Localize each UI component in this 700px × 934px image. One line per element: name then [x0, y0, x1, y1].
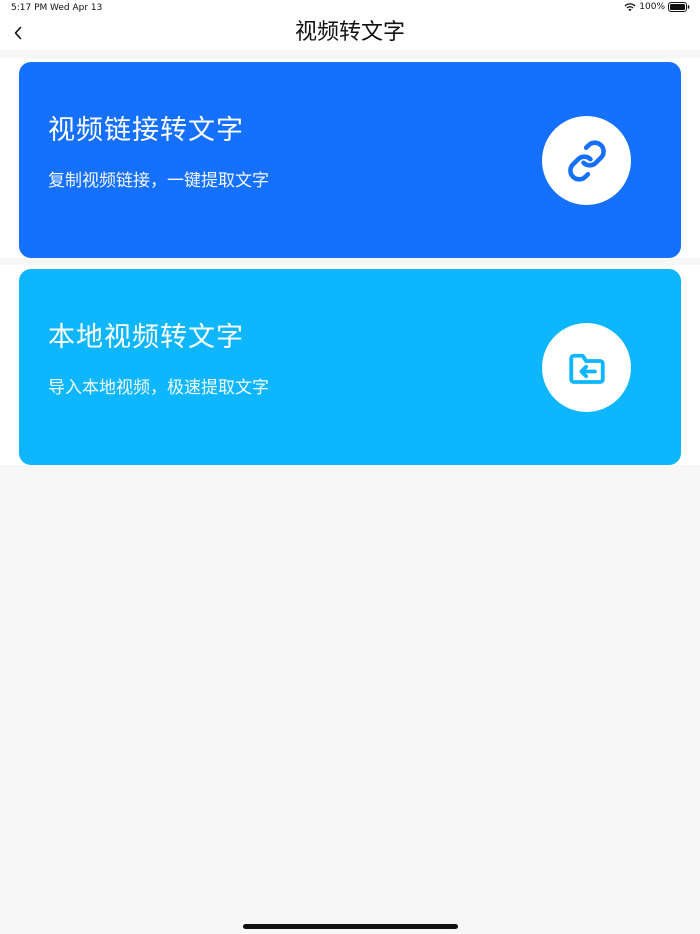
- status-indicators: 100%: [624, 2, 690, 12]
- folder-import-icon: [568, 353, 605, 384]
- card-subtitle: 复制视频链接，一键提取文字: [48, 171, 269, 191]
- home-indicator: [243, 924, 458, 929]
- video-link-to-text-card[interactable]: 视频链接转文字 复制视频链接，一键提取文字: [19, 62, 681, 258]
- local-video-to-text-card[interactable]: 本地视频转文字 导入本地视频，极速提取文字: [19, 269, 681, 465]
- card-subtitle: 导入本地视频，极速提取文字: [48, 378, 269, 398]
- screen: 5:17 PM Wed Apr 13 100% 视频转文字 视频链接转文字 复制…: [0, 0, 700, 934]
- battery-icon: [668, 2, 690, 12]
- page-title: 视频转文字: [294, 20, 405, 45]
- card-title: 视频链接转文字: [48, 115, 244, 146]
- card-icon-badge: [542, 116, 631, 205]
- battery-percent: 100%: [639, 2, 665, 12]
- status-bar: 5:17 PM Wed Apr 13 100%: [0, 0, 700, 16]
- status-date: Wed Apr 13: [50, 3, 103, 13]
- status-time: 5:17 PM: [11, 3, 48, 13]
- card-icon-badge: [542, 323, 631, 412]
- nav-bar: 视频转文字: [0, 16, 700, 50]
- link-icon: [567, 139, 606, 182]
- wifi-icon: [624, 3, 636, 12]
- card-title: 本地视频转文字: [48, 322, 244, 353]
